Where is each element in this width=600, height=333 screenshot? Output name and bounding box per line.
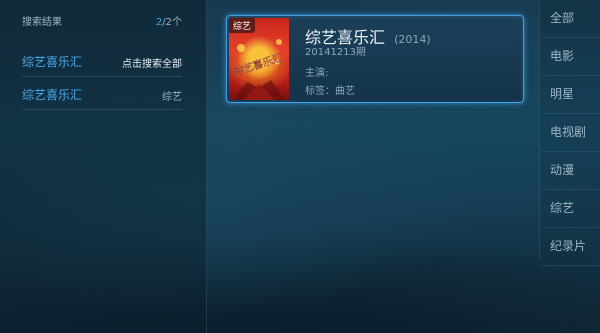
- results-title: 搜索结果: [22, 17, 62, 28]
- category-documentary[interactable]: 纪录片: [540, 228, 600, 266]
- search-results-panel: 搜索结果 2/2个 综艺喜乐汇 点击搜索全部 综艺喜乐汇 综艺: [0, 0, 207, 333]
- main-content: 综艺喜乐汇 综艺 综艺喜乐汇 (2014) 20141213期 主演: 标签：曲…: [207, 0, 539, 333]
- results-list: 综艺喜乐汇 点击搜索全部 综艺喜乐汇 综艺: [0, 44, 206, 110]
- category-nav: 全部 电影 明星 电视剧 动漫 综艺 纪录片: [539, 0, 600, 266]
- result-item-name: 综艺喜乐汇: [22, 55, 83, 69]
- show-tags: 标签：曲艺: [305, 86, 355, 97]
- category-all[interactable]: 全部: [540, 0, 600, 38]
- genre-badge: 综艺: [229, 18, 256, 33]
- show-starring: 主演:: [305, 68, 329, 79]
- results-header: 搜索结果 2/2个: [22, 10, 182, 30]
- results-count-total: /2个: [162, 17, 182, 28]
- category-anime[interactable]: 动漫: [540, 152, 600, 190]
- result-item-name: 综艺喜乐汇: [22, 88, 83, 102]
- show-poster[interactable]: 综艺喜乐汇 综艺: [229, 18, 289, 100]
- category-variety[interactable]: 综艺: [540, 190, 600, 228]
- show-year: (2014): [394, 33, 431, 46]
- category-movies[interactable]: 电影: [540, 38, 600, 76]
- result-item-search-all[interactable]: 综艺喜乐汇 点击搜索全部: [22, 44, 182, 77]
- category-tv-series[interactable]: 电视剧: [540, 114, 600, 152]
- result-item-genre: 综艺: [162, 92, 182, 103]
- results-count: 2/2个: [156, 13, 182, 28]
- category-stars[interactable]: 明星: [540, 76, 600, 114]
- result-item-variety[interactable]: 综艺喜乐汇 综艺: [22, 77, 182, 110]
- show-card[interactable]: 综艺喜乐汇 综艺 综艺喜乐汇 (2014) 20141213期 主演: 标签：曲…: [226, 15, 524, 103]
- search-all-link[interactable]: 点击搜索全部: [122, 55, 182, 70]
- poster-art-text: 综艺喜乐汇: [232, 51, 284, 79]
- show-episode: 20141213期: [305, 47, 366, 58]
